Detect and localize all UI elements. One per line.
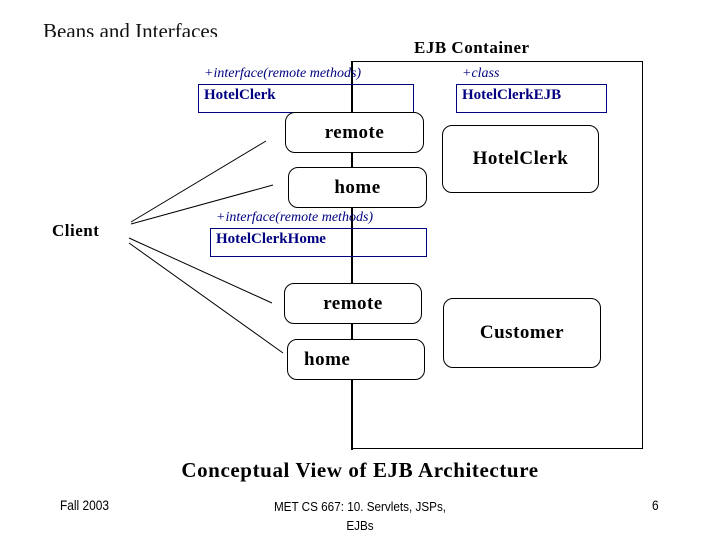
customer-home-label: home — [304, 348, 351, 370]
bean-class-name: HotelClerkEJB — [462, 87, 562, 103]
home-interface-stereotype: +interface(remote methods) — [216, 210, 374, 225]
footer-course-line1: MET CS 667: 10. Servlets, JSPs, — [273, 499, 447, 514]
remote-interface-name: HotelClerk — [204, 87, 276, 103]
connector-client-home-2 — [128, 242, 284, 354]
home-interface-name-box: HotelClerkHome — [210, 228, 427, 257]
remote-interface-stereotype: +interface(remote methods) — [204, 66, 362, 81]
footer-course: MET CS 667: 10. Servlets, JSPs, EJBs — [0, 497, 720, 535]
ejb-container-title: EJB Container — [414, 38, 530, 57]
hotelclerk-home-box: home — [288, 167, 427, 208]
home-interface-name: HotelClerkHome — [216, 231, 326, 247]
customer-home-box: home — [287, 339, 425, 380]
hotelclerk-remote-label: remote — [324, 121, 385, 143]
customer-remote-label: remote — [323, 292, 383, 314]
hotelclerk-bean-box: HotelClerk — [442, 125, 599, 193]
remote-interface-name-box: HotelClerk — [198, 84, 414, 113]
customer-remote-box: remote — [284, 283, 422, 324]
footer-page-number: 6 — [652, 497, 659, 513]
footer-course-line2: EJBs — [346, 518, 374, 533]
hotelclerk-home-label: home — [334, 176, 381, 198]
hotelclerk-remote-box: remote — [285, 112, 424, 153]
bean-class-name-box: HotelClerkEJB — [456, 84, 607, 113]
customer-bean-label: Customer — [479, 322, 565, 343]
hotelclerk-bean-label: HotelClerk — [472, 148, 569, 169]
client-label: Client — [52, 221, 100, 240]
bean-class-stereotype: +class — [462, 66, 500, 81]
slide-title: Beans and Interfaces — [43, 19, 218, 37]
diagram-caption: Conceptual View of EJB Architecture — [181, 458, 539, 482]
customer-bean-box: Customer — [443, 298, 601, 368]
